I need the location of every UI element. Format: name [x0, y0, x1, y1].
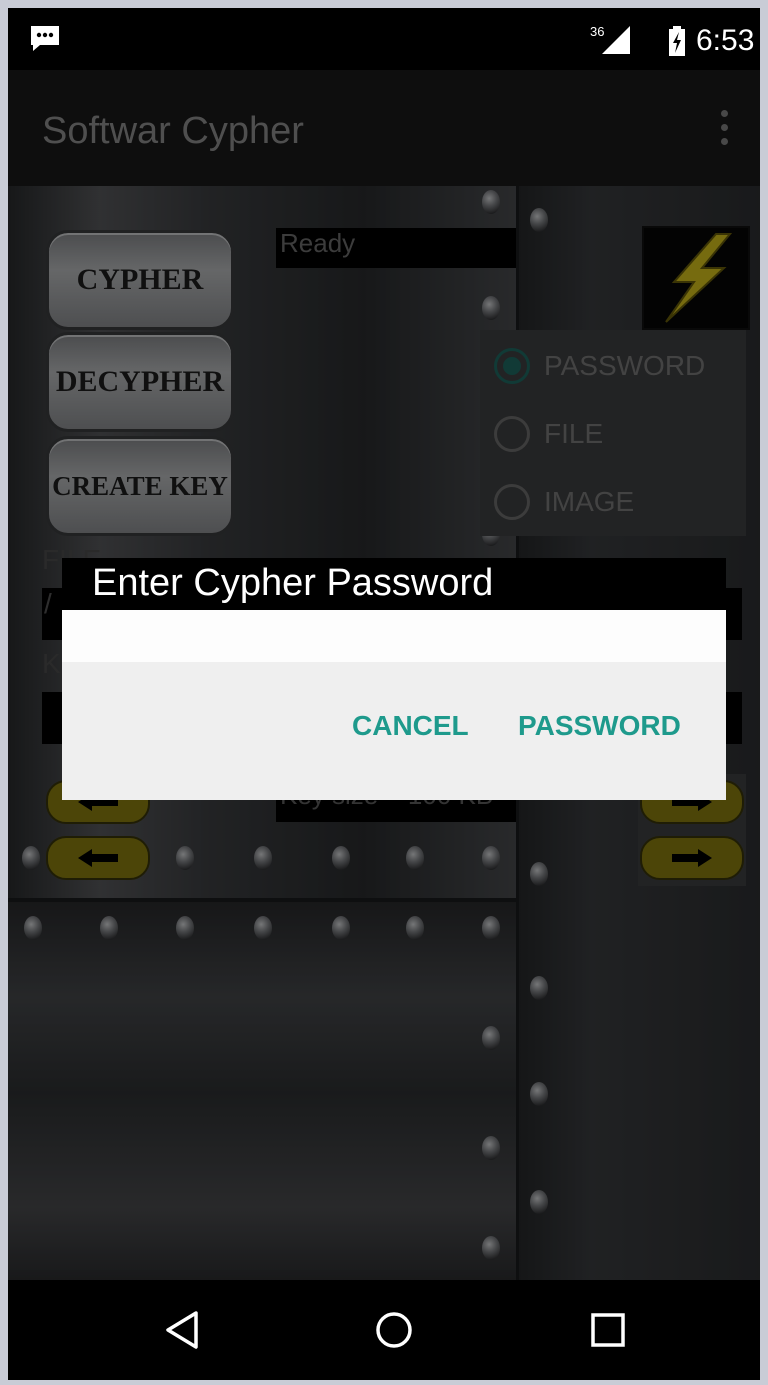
network-type: 36 — [590, 24, 604, 39]
battery-charging-icon — [668, 26, 686, 61]
phone-screen: 36 6:53 Softwar Cypher CYPHER DECYPHER C… — [8, 8, 760, 1380]
back-icon[interactable] — [164, 1310, 200, 1355]
home-icon[interactable] — [374, 1310, 414, 1355]
dialog-title: Enter Cypher Password — [92, 562, 494, 604]
signal-icon: 36 — [588, 22, 650, 61]
message-icon — [28, 24, 62, 59]
password-input[interactable] — [62, 610, 726, 662]
password-confirm-button[interactable]: PASSWORD — [518, 710, 681, 742]
app-bar-scrim — [8, 70, 760, 186]
cancel-button[interactable]: CANCEL — [352, 710, 469, 742]
navigation-bar — [8, 1280, 760, 1380]
clock: 6:53 — [696, 24, 755, 57]
dialog-body: CANCEL PASSWORD — [62, 610, 726, 800]
status-bar: 36 6:53 — [8, 8, 760, 70]
dialog-title-bar: Enter Cypher Password — [62, 558, 726, 610]
password-dialog: Enter Cypher Password CANCEL PASSWORD — [62, 558, 726, 800]
recents-icon[interactable] — [590, 1310, 626, 1355]
